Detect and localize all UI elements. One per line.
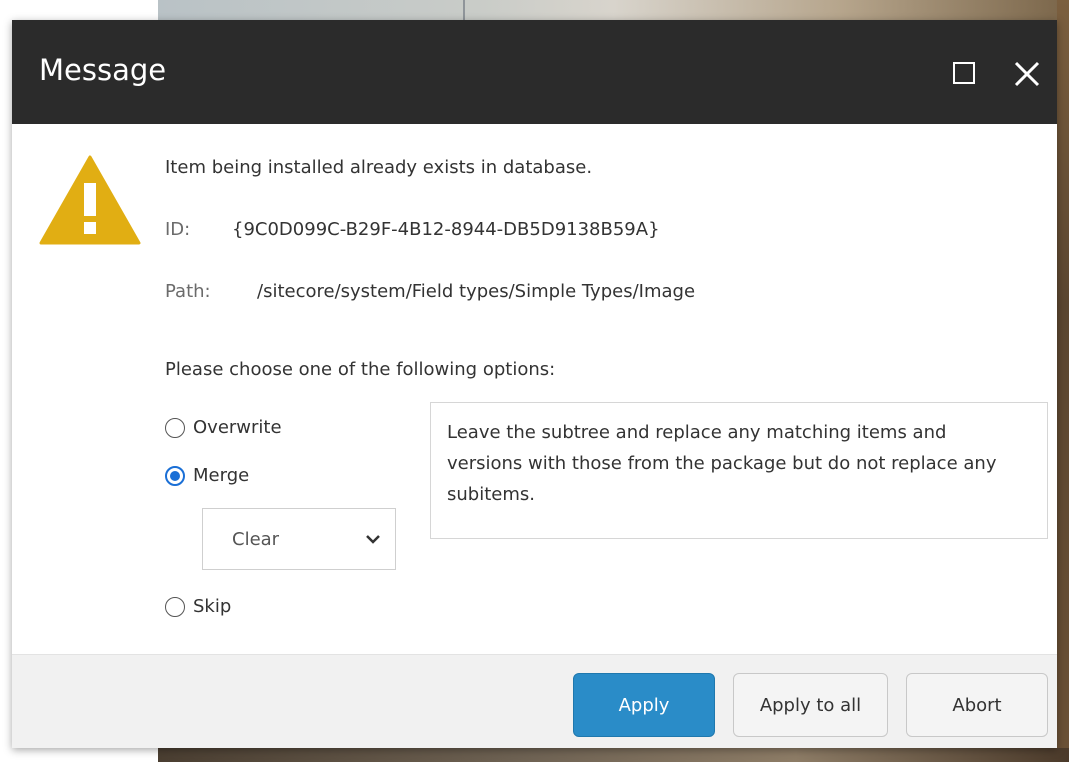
option-overwrite[interactable]: Overwrite (165, 417, 282, 438)
option-description: Leave the subtree and replace any matchi… (447, 422, 997, 505)
close-icon (1014, 61, 1040, 87)
option-description-box: Leave the subtree and replace any matchi… (430, 402, 1048, 539)
overwrite-radio[interactable] (165, 417, 185, 438)
path-label: Path: (165, 281, 211, 302)
close-button[interactable] (1011, 58, 1043, 90)
message-dialog: Message Item being installed already exi… (12, 20, 1057, 748)
chevron-down-icon (366, 535, 380, 544)
background-bottom (158, 748, 1069, 762)
id-value: {9C0D099C-B29F-4B12-8944-DB5D9138B59A} (232, 219, 660, 240)
id-label: ID: (165, 219, 191, 240)
merge-radio[interactable] (165, 465, 185, 486)
merge-mode-select[interactable]: Clear (202, 508, 396, 570)
background-divider (463, 0, 465, 20)
maximize-icon (953, 62, 975, 84)
dialog-title: Message (39, 53, 167, 87)
option-merge[interactable]: Merge (165, 465, 249, 486)
skip-radio[interactable] (165, 596, 185, 617)
abort-button[interactable]: Abort (906, 673, 1048, 737)
maximize-button[interactable] (950, 59, 978, 87)
overwrite-label: Overwrite (193, 417, 282, 438)
dialog-titlebar: Message (12, 20, 1057, 124)
skip-label: Skip (193, 596, 232, 617)
apply-button[interactable]: Apply (573, 673, 715, 737)
merge-mode-value: Clear (232, 529, 280, 550)
background-top (158, 0, 1069, 20)
option-skip[interactable]: Skip (165, 596, 231, 617)
apply-to-all-button[interactable]: Apply to all (733, 673, 888, 737)
background-right (1057, 0, 1069, 762)
path-value: /sitecore/system/Field types/Simple Type… (257, 281, 696, 302)
message-text: Item being installed already exists in d… (165, 157, 593, 178)
dialog-footer: Apply Apply to all Abort (12, 654, 1057, 748)
warning-icon (39, 155, 141, 245)
merge-label: Merge (193, 465, 250, 486)
options-prompt: Please choose one of the following optio… (165, 359, 556, 380)
